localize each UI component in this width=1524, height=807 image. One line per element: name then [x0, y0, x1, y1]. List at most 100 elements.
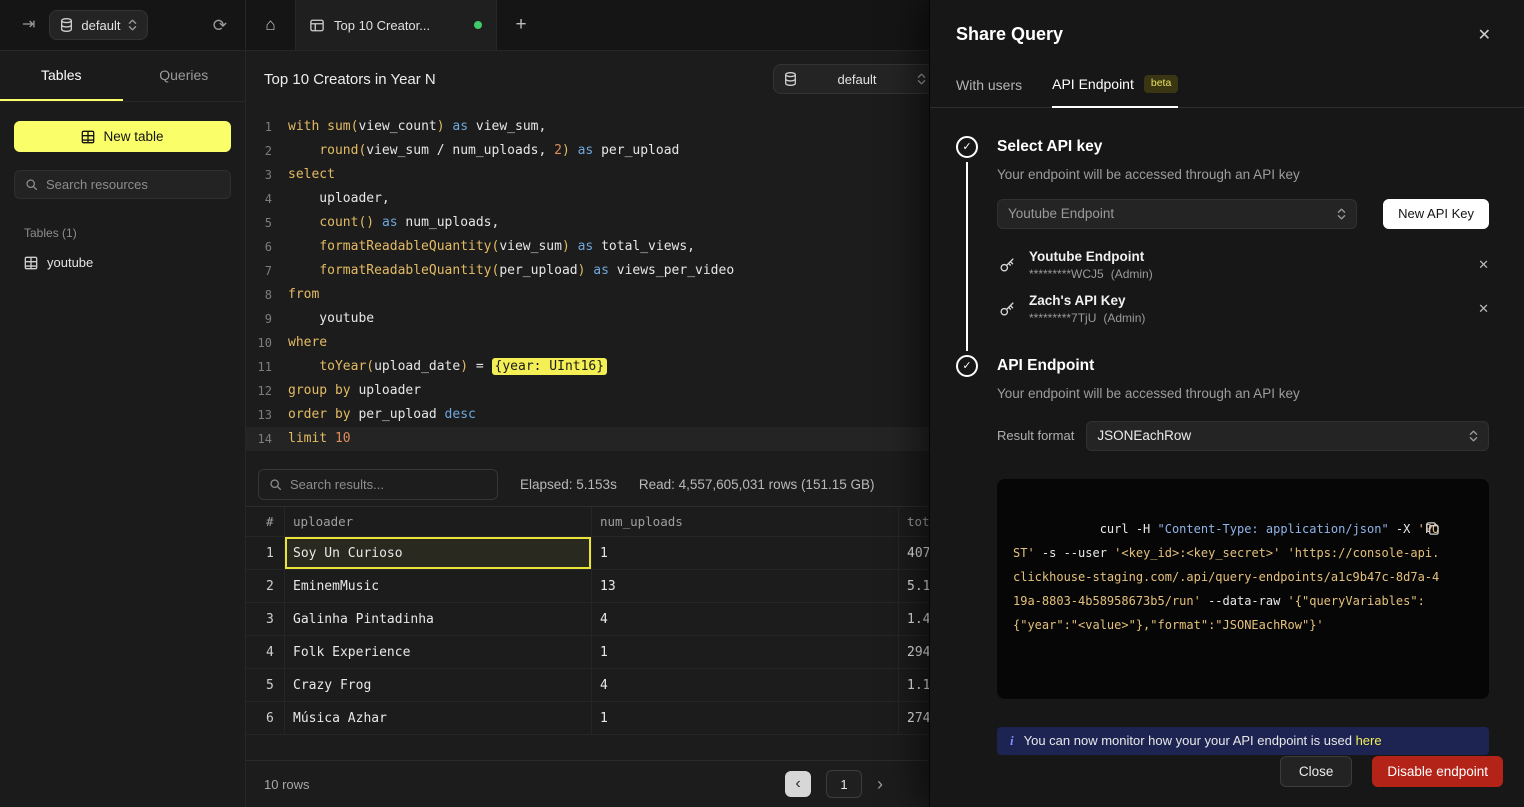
- sql-line[interactable]: 5 count() as num_uploads,: [246, 211, 929, 235]
- editor-database-selector[interactable]: default: [773, 64, 929, 94]
- results-search: [258, 469, 498, 500]
- remove-key-button[interactable]: ✕: [1478, 257, 1489, 273]
- tab-with-users[interactable]: With users: [956, 77, 1022, 108]
- copy-button[interactable]: [1425, 491, 1477, 566]
- sql-line[interactable]: 13order by per_upload desc: [246, 403, 929, 427]
- monitor-link[interactable]: here: [1356, 733, 1382, 748]
- total-views-cell[interactable]: 5.1: [898, 570, 929, 602]
- total-views-cell[interactable]: 407: [898, 537, 929, 569]
- database-name: default: [837, 72, 876, 87]
- sql-line[interactable]: 3select: [246, 163, 929, 187]
- row-number[interactable]: 6: [246, 702, 284, 734]
- result-row[interactable]: 2EminemMusic135.1: [246, 570, 929, 603]
- column-header[interactable]: num_uploads: [591, 507, 898, 536]
- search-resources-input[interactable]: [46, 177, 220, 192]
- prev-page-button[interactable]: ‹: [785, 771, 811, 797]
- sql-line[interactable]: 8from: [246, 283, 929, 307]
- sql-line[interactable]: 4 uploader,: [246, 187, 929, 211]
- total-views-cell[interactable]: 1.4: [898, 603, 929, 635]
- sql-line[interactable]: 9 youtube: [246, 307, 929, 331]
- num-uploads-cell[interactable]: 4: [591, 603, 898, 635]
- uploader-cell[interactable]: Galinha Pintadinha: [284, 603, 591, 635]
- results-toolbar: Elapsed: 5.153s Read: 4,557,605,031 rows…: [246, 462, 929, 506]
- sql-line[interactable]: 11 toYear(upload_date) = {year: UInt16}: [246, 355, 929, 379]
- row-number[interactable]: 2: [246, 570, 284, 602]
- close-button[interactable]: Close: [1280, 756, 1353, 787]
- result-row[interactable]: 5Crazy Frog41.1: [246, 669, 929, 702]
- num-uploads-cell[interactable]: 4: [591, 669, 898, 701]
- remove-key-button[interactable]: ✕: [1478, 301, 1489, 317]
- total-views-cell[interactable]: 1.1: [898, 669, 929, 701]
- column-header[interactable]: #: [246, 507, 284, 536]
- sql-line[interactable]: 7 formatReadableQuantity(per_upload) as …: [246, 259, 929, 283]
- close-icon: ✕: [1478, 27, 1491, 44]
- result-format-select[interactable]: JSONEachRow: [1086, 421, 1489, 451]
- chevron-updown-icon: [128, 18, 137, 32]
- step-connector-line: [966, 162, 968, 351]
- result-row[interactable]: 3Galinha Pintadinha41.4: [246, 603, 929, 636]
- collapse-sidebar-icon[interactable]: ⇥: [22, 17, 35, 33]
- total-views-cell[interactable]: 294: [898, 636, 929, 668]
- uploader-cell[interactable]: Crazy Frog: [284, 669, 591, 701]
- sql-editor[interactable]: 1with sum(view_count) as view_sum,2 roun…: [246, 107, 929, 462]
- share-panel-title: Share Query: [956, 24, 1063, 45]
- sql-line[interactable]: 14limit 10: [246, 427, 929, 451]
- copy-icon: [1425, 521, 1477, 536]
- column-header[interactable]: uploader: [284, 507, 591, 536]
- total-views-cell[interactable]: 274: [898, 702, 929, 734]
- new-table-button[interactable]: New table: [14, 121, 231, 152]
- sidebar-table-item[interactable]: youtube: [24, 255, 245, 270]
- home-button[interactable]: ⌂: [246, 0, 296, 50]
- search-results-input[interactable]: [290, 477, 487, 492]
- share-steps: ✓ Select API key Your endpoint will be a…: [930, 108, 1524, 756]
- query-tab-icon: [310, 19, 324, 32]
- query-tab[interactable]: Top 10 Creator...: [296, 0, 497, 50]
- sql-line[interactable]: 6 formatReadableQuantity(view_sum) as to…: [246, 235, 929, 259]
- line-number: 2: [246, 139, 272, 163]
- share-panel-tabs: With users API Endpoint beta: [930, 75, 1524, 108]
- row-number[interactable]: 3: [246, 603, 284, 635]
- line-number: 1: [246, 115, 272, 139]
- uploader-cell[interactable]: EminemMusic: [284, 570, 591, 602]
- result-row[interactable]: 1Soy Un Curioso1407: [246, 537, 929, 570]
- row-number[interactable]: 5: [246, 669, 284, 701]
- top-bar-left: ⇥ default ⟳: [0, 0, 246, 50]
- step-content: Select API key Your endpoint will be acc…: [979, 136, 1489, 355]
- api-key-select[interactable]: Youtube Endpoint: [997, 199, 1357, 229]
- column-header[interactable]: total_views: [898, 507, 929, 536]
- disable-endpoint-button[interactable]: Disable endpoint: [1372, 756, 1503, 787]
- database-icon: [60, 18, 73, 32]
- api-key-list: Youtube Endpoint *********WCJ5(Admin) ✕ …: [997, 243, 1489, 331]
- sql-line[interactable]: 1with sum(view_count) as view_sum,: [246, 115, 929, 139]
- step-content: API Endpoint Your endpoint will be acces…: [979, 355, 1489, 756]
- sql-line[interactable]: 2 round(view_sum / num_uploads, 2) as pe…: [246, 139, 929, 163]
- search-icon: [25, 178, 38, 191]
- page-number-input[interactable]: 1: [826, 770, 862, 798]
- result-row[interactable]: 6Música Azhar1274: [246, 702, 929, 735]
- line-number: 10: [246, 331, 272, 355]
- sql-line[interactable]: 12group by uploader: [246, 379, 929, 403]
- uploader-cell[interactable]: Folk Experience: [284, 636, 591, 668]
- new-tab-button[interactable]: +: [497, 0, 545, 50]
- new-api-key-button[interactable]: New API Key: [1383, 199, 1489, 229]
- tab-tables[interactable]: Tables: [0, 51, 123, 101]
- num-uploads-cell[interactable]: 1: [591, 702, 898, 734]
- sql-line[interactable]: 10where: [246, 331, 929, 355]
- new-table-label: New table: [103, 129, 163, 144]
- next-page-button[interactable]: ›: [877, 774, 883, 795]
- tab-api-endpoint[interactable]: API Endpoint beta: [1052, 75, 1178, 108]
- num-uploads-cell[interactable]: 1: [591, 636, 898, 668]
- database-selector[interactable]: default: [49, 10, 148, 40]
- num-uploads-cell[interactable]: 1: [591, 537, 898, 569]
- result-row[interactable]: 4Folk Experience1294: [246, 636, 929, 669]
- row-number[interactable]: 4: [246, 636, 284, 668]
- step-api-endpoint: ✓ API Endpoint Your endpoint will be acc…: [955, 355, 1489, 756]
- row-number[interactable]: 1: [246, 537, 284, 569]
- close-panel-button[interactable]: ✕: [1478, 25, 1491, 45]
- refresh-icon[interactable]: ⟳: [213, 17, 227, 34]
- key-icon: [997, 256, 1017, 274]
- tab-queries[interactable]: Queries: [123, 51, 246, 101]
- uploader-cell[interactable]: Soy Un Curioso: [284, 537, 591, 569]
- uploader-cell[interactable]: Música Azhar: [284, 702, 591, 734]
- num-uploads-cell[interactable]: 13: [591, 570, 898, 602]
